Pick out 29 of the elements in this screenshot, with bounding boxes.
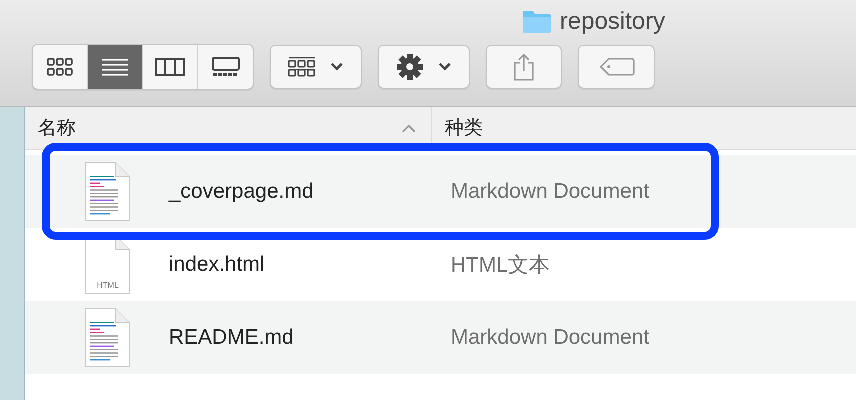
chevron-icon bbox=[438, 62, 452, 72]
file-name: _coverpage.md bbox=[169, 180, 315, 204]
tag-icon bbox=[598, 57, 634, 77]
file-kind: Markdown Document bbox=[451, 180, 650, 204]
action-button[interactable] bbox=[378, 45, 470, 89]
file-row[interactable]: README.md Markdown Document bbox=[25, 301, 856, 374]
file-row[interactable]: _coverpage.md Markdown Document bbox=[25, 155, 856, 228]
view-button[interactable] bbox=[88, 45, 143, 89]
document-icon bbox=[85, 162, 131, 222]
gallery-icon bbox=[210, 56, 240, 78]
columns-icon bbox=[155, 57, 185, 77]
group-button[interactable] bbox=[270, 45, 362, 89]
column-header[interactable]: 种类 bbox=[445, 115, 483, 141]
file-name: README.md bbox=[169, 326, 295, 350]
share-button[interactable] bbox=[486, 45, 562, 89]
grid-icon bbox=[47, 57, 73, 77]
column-header[interactable]: 名称 bbox=[38, 115, 76, 141]
window-title: repository bbox=[560, 8, 666, 36]
chevron-icon bbox=[330, 62, 344, 72]
file-kind: Markdown Document bbox=[451, 326, 650, 350]
tag-button[interactable] bbox=[578, 45, 655, 89]
document-icon bbox=[85, 308, 131, 368]
file-name: index.html bbox=[169, 252, 266, 276]
file-kind: HTML文本 bbox=[451, 252, 550, 278]
share-icon bbox=[513, 53, 535, 81]
grid-icon bbox=[288, 56, 316, 78]
list-icon bbox=[101, 57, 129, 77]
folder-icon bbox=[522, 10, 552, 34]
gear-icon bbox=[396, 53, 424, 81]
